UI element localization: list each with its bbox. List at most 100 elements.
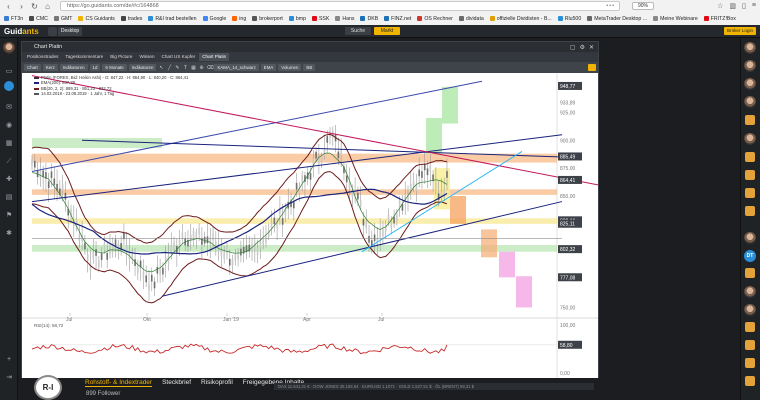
profile-tab[interactable]: Rohstoff- & Indextrader	[85, 379, 153, 387]
follow-avatar[interactable]	[744, 304, 756, 316]
sidebar-icon[interactable]: ▯	[742, 2, 746, 10]
app-square-icon[interactable]	[745, 206, 755, 216]
window-tab[interactable]: Wissen	[136, 53, 157, 61]
logout-icon[interactable]: ⇥	[4, 374, 14, 382]
profile-tab[interactable]: Steckbrief	[162, 379, 191, 387]
trader-logo[interactable]: R-I	[34, 375, 62, 400]
chat-icon[interactable]: ✉	[4, 104, 14, 112]
bookmark-item[interactable]: Rlu500	[557, 16, 581, 22]
bookmark-item[interactable]: R&I trad bestellen	[148, 16, 197, 22]
bookmark-item[interactable]: OS Rechner	[417, 16, 453, 22]
indicators-button[interactable]: Indikatoren	[59, 64, 88, 71]
study-volume[interactable]: Volumen	[278, 64, 302, 71]
market-button[interactable]: Markt	[374, 27, 400, 35]
bookmark-item[interactable]: DKB	[360, 16, 378, 22]
bookmark-item[interactable]: FT3n	[4, 16, 23, 22]
eye-icon[interactable]: ◉	[4, 122, 14, 130]
follow-avatar[interactable]	[744, 96, 756, 108]
zoom-indicator[interactable]: 90%	[632, 2, 654, 10]
app-square-icon[interactable]	[745, 170, 755, 180]
trash-icon[interactable]: ⌫	[206, 65, 213, 71]
study-bb[interactable]: BB	[303, 64, 316, 71]
doc-icon[interactable]: ▤	[4, 194, 14, 202]
url-bar[interactable]: https://go.guidants.com/de/#c/164868 •••	[60, 1, 620, 11]
app-square-icon[interactable]	[745, 115, 755, 125]
window-tab[interactable]: Tageskommentare	[62, 53, 106, 61]
grid-icon[interactable]: ▦	[4, 140, 14, 148]
bookmark-item[interactable]: CMC	[29, 16, 48, 22]
monitor-icon[interactable]: ▭	[4, 68, 14, 76]
home-icon[interactable]: ⌂	[43, 2, 52, 11]
app-square-icon[interactable]	[745, 340, 755, 350]
app-square-icon[interactable]	[745, 268, 755, 278]
forward-icon[interactable]: ›	[17, 2, 26, 11]
bookmark-item[interactable]: offizielle Dividisten - B...	[489, 16, 552, 22]
period-button[interactable]: 1d	[89, 64, 101, 71]
app-square-icon[interactable]	[745, 188, 755, 198]
chart-button[interactable]: Chart	[24, 64, 41, 71]
menu-icon[interactable]: ≡	[752, 2, 756, 10]
bookmark-item[interactable]: GMT	[53, 16, 72, 22]
page-actions-icon[interactable]: •••	[606, 3, 615, 9]
settings-icon[interactable]: ✱	[4, 230, 14, 238]
profile-tab[interactable]: Risikoprofil	[201, 379, 233, 387]
study-kama[interactable]: KAMA_14_schwarz	[214, 64, 259, 71]
chart-type-button[interactable]: Kerz	[42, 64, 58, 71]
bookmark-item[interactable]: Google	[202, 16, 226, 22]
bookmark-item[interactable]: Hans	[335, 16, 354, 22]
app-square-icon[interactable]	[745, 322, 755, 332]
bookmark-item[interactable]: SSK	[311, 16, 329, 22]
reload-icon[interactable]: ↻	[30, 2, 39, 11]
follow-avatar[interactable]	[744, 232, 756, 244]
grid-tool-icon[interactable]: ▦	[190, 65, 196, 71]
desktop-tab[interactable]: Desktop	[58, 27, 82, 36]
home-button[interactable]	[48, 27, 57, 36]
follow-avatar[interactable]	[744, 60, 756, 72]
chart-icon[interactable]: ⟋	[4, 158, 14, 166]
follow-avatar[interactable]	[744, 286, 756, 298]
app-square-icon[interactable]	[745, 376, 755, 386]
bookmark-item[interactable]: FINZ.net	[384, 16, 411, 22]
app-square-icon[interactable]	[745, 152, 755, 162]
window-tab[interactable]: Chart Platin	[199, 53, 230, 61]
back-icon[interactable]: ‹	[4, 2, 13, 11]
bookmark-item[interactable]: Meine Webinare	[653, 16, 698, 22]
broker-login-button[interactable]: Broker Login	[724, 27, 756, 35]
pin-icon[interactable]: ✚	[4, 176, 14, 184]
bookmark-item[interactable]: ing	[232, 16, 246, 22]
follow-avatar[interactable]	[744, 78, 756, 90]
chart-area[interactable]: 948,77 933,89 925,00 900,00 885,49 875,00 864,…	[22, 73, 598, 382]
bookmark-item[interactable]: brokerport	[252, 16, 283, 22]
price-chart[interactable]: 948,77 933,89 925,00 900,00 885,49 875,00 864,…	[22, 73, 598, 382]
bookmark-item[interactable]: bmp	[288, 16, 306, 22]
indikator-dropdown[interactable]: Indikatoren	[128, 64, 157, 71]
library-icon[interactable]: ▥	[729, 2, 736, 10]
text-tool-icon[interactable]: T	[182, 65, 188, 71]
follow-avatar[interactable]	[744, 42, 756, 54]
dt-badge-icon[interactable]: DT	[744, 250, 756, 262]
line-tool-icon[interactable]: ╱	[166, 65, 172, 71]
study-ema[interactable]: EMA	[260, 64, 277, 71]
flag-icon[interactable]: ⚑	[4, 212, 14, 220]
star-icon[interactable]: ☆	[717, 2, 723, 10]
search-button[interactable]: Suche	[345, 27, 371, 35]
follow-avatar[interactable]	[744, 133, 756, 145]
range-button[interactable]: 6 Monate	[102, 64, 127, 71]
user-avatar[interactable]	[3, 42, 15, 54]
chart-settings-button[interactable]	[588, 64, 596, 71]
bookmark-item[interactable]: dividata	[458, 16, 484, 22]
pen-icon[interactable]: ✎	[174, 65, 180, 71]
window-tab[interactable]: Big Picture	[107, 53, 135, 61]
bookmark-item[interactable]: MetaTrader Desktop ...	[587, 16, 647, 22]
bookmark-item[interactable]: trades	[120, 16, 142, 22]
add-icon[interactable]: +	[4, 356, 14, 364]
app-square-icon[interactable]	[745, 358, 755, 368]
bookmark-item[interactable]: CS Guidants	[78, 16, 115, 22]
window-title-bar[interactable]: Chart Platin ▢ ⚙ ✕	[22, 42, 598, 52]
bookmark-item[interactable]: FRITZ!Box	[703, 16, 736, 22]
guidants-logo[interactable]: Guidants	[4, 27, 39, 36]
window-tab[interactable]: Positionstrades	[24, 53, 61, 61]
window-tab[interactable]: Chart US Kupfer	[159, 53, 199, 61]
zoom-tool-icon[interactable]: ⊕	[198, 65, 204, 71]
cursor-icon[interactable]: ↖	[158, 65, 164, 71]
